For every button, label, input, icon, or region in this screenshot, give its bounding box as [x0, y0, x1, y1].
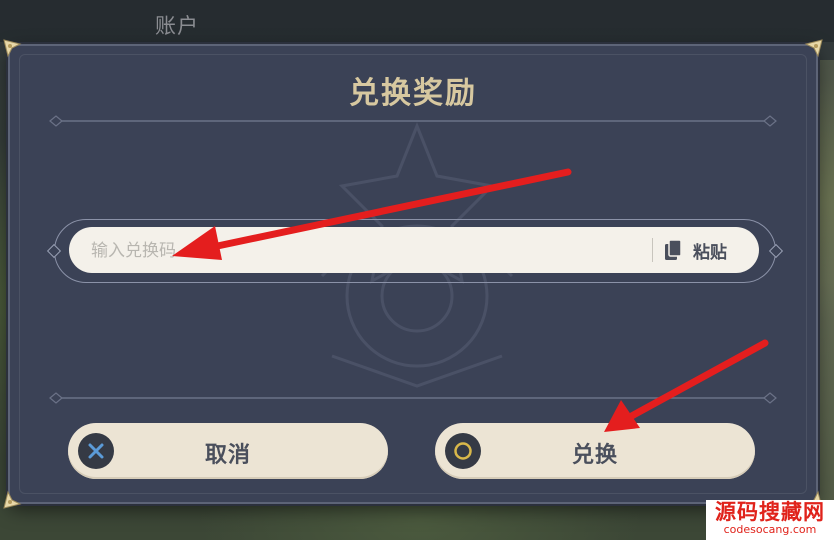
cancel-label: 取消 — [204, 443, 251, 468]
paste-label: 粘贴 — [693, 242, 727, 263]
paste-button[interactable]: 粘贴 — [663, 233, 749, 267]
dialog-title: 兑换奖励 — [349, 76, 477, 111]
corner-ornament-icon — [2, 38, 30, 66]
redeem-dialog: 兑换奖励 粘贴 — [3, 39, 823, 509]
corner-ornament-icon — [2, 482, 30, 510]
site-watermark: 源码搜藏网 codesocang.com — [706, 500, 834, 540]
account-tab-label: 账户 — [155, 14, 199, 38]
clipboard-icon — [665, 239, 682, 260]
top-bar: 账户 — [0, 0, 834, 42]
bottom-divider — [48, 392, 778, 404]
watermark-url: codesocang.com — [723, 523, 817, 536]
watermark-title: 源码搜藏网 — [715, 500, 825, 524]
redeem-button[interactable]: 兑换 — [435, 423, 755, 479]
redeem-code-input-frame: 粘贴 — [54, 219, 776, 283]
corner-ornament-icon — [796, 38, 824, 66]
paste-separator — [652, 238, 653, 262]
cancel-button[interactable]: 取消 — [68, 423, 388, 479]
redeem-label: 兑换 — [571, 443, 618, 468]
redeem-code-field: 粘贴 — [69, 227, 759, 275]
redeem-code-input[interactable] — [89, 227, 613, 275]
